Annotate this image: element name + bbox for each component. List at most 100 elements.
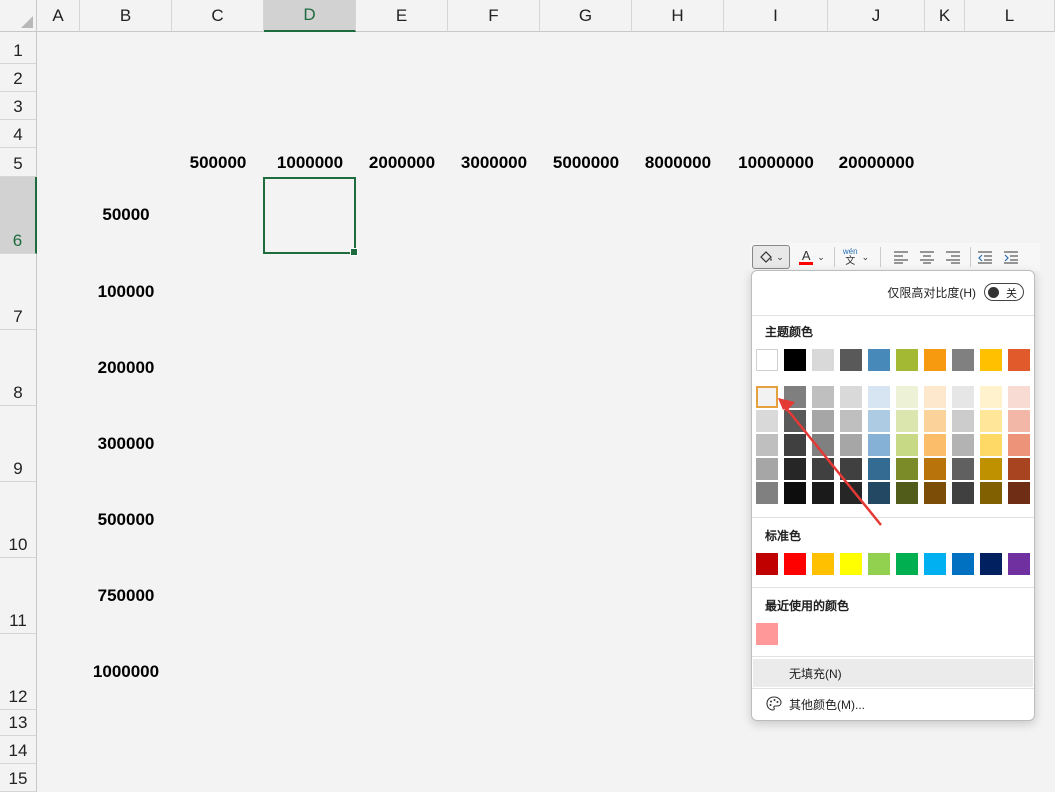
- theme-shade-swatch[interactable]: [952, 410, 974, 432]
- theme-shade-swatch[interactable]: [784, 410, 806, 432]
- fill-color-button[interactable]: ⌄: [752, 245, 790, 269]
- theme-shade-swatch[interactable]: [756, 410, 778, 432]
- theme-shade-swatch[interactable]: [1008, 386, 1030, 408]
- column-header-K[interactable]: K: [925, 0, 965, 32]
- theme-color-swatch[interactable]: [784, 349, 806, 371]
- standard-color-swatch[interactable]: [924, 553, 946, 575]
- theme-shade-swatch[interactable]: [756, 482, 778, 504]
- theme-color-swatch[interactable]: [896, 349, 918, 371]
- theme-shade-swatch[interactable]: [1008, 434, 1030, 456]
- high-contrast-toggle[interactable]: 关: [984, 283, 1024, 301]
- row-header-12[interactable]: 12: [0, 634, 37, 710]
- theme-shade-swatch[interactable]: [868, 458, 890, 480]
- standard-color-swatch[interactable]: [952, 553, 974, 575]
- column-header-A[interactable]: A: [37, 0, 80, 32]
- row-header-2[interactable]: 2: [0, 64, 37, 92]
- no-fill-item[interactable]: 无填充(N): [753, 659, 1033, 687]
- column-header-F[interactable]: F: [448, 0, 540, 32]
- standard-color-swatch[interactable]: [756, 553, 778, 575]
- theme-shade-swatch[interactable]: [840, 482, 862, 504]
- column-header-C[interactable]: C: [172, 0, 264, 32]
- align-right-button[interactable]: [942, 245, 964, 269]
- more-colors-item[interactable]: 其他颜色(M)...: [753, 690, 1033, 718]
- theme-shade-swatch[interactable]: [868, 434, 890, 456]
- theme-shade-swatch[interactable]: [924, 458, 946, 480]
- theme-shade-swatch[interactable]: [896, 410, 918, 432]
- fill-handle[interactable]: [350, 248, 358, 256]
- standard-color-swatch[interactable]: [812, 553, 834, 575]
- cell-row5-value[interactable]: 500000: [172, 153, 264, 173]
- cell-columnB-value[interactable]: 300000: [80, 434, 172, 454]
- theme-shade-swatch[interactable]: [896, 482, 918, 504]
- theme-shade-swatch[interactable]: [784, 482, 806, 504]
- theme-color-swatch[interactable]: [1008, 349, 1030, 371]
- theme-color-swatch[interactable]: [924, 349, 946, 371]
- cell-row5-value[interactable]: 3000000: [448, 153, 540, 173]
- theme-shade-swatch[interactable]: [1008, 410, 1030, 432]
- column-header-B[interactable]: B: [80, 0, 172, 32]
- theme-shade-swatch[interactable]: [868, 410, 890, 432]
- theme-shade-swatch[interactable]: [980, 386, 1002, 408]
- recent-color-swatch[interactable]: [756, 623, 778, 645]
- theme-shade-swatch[interactable]: [784, 458, 806, 480]
- theme-shade-swatch[interactable]: [756, 458, 778, 480]
- theme-shade-swatch[interactable]: [784, 386, 806, 408]
- theme-color-swatch[interactable]: [980, 349, 1002, 371]
- column-header-J[interactable]: J: [828, 0, 925, 32]
- theme-shade-swatch[interactable]: [952, 482, 974, 504]
- align-center-button[interactable]: [916, 245, 938, 269]
- row-header-13[interactable]: 13: [0, 710, 37, 736]
- cell-row5-value[interactable]: 1000000: [264, 153, 356, 173]
- row-header-6[interactable]: 6: [0, 177, 37, 254]
- cell-columnB-value[interactable]: 750000: [80, 586, 172, 606]
- theme-shade-swatch[interactable]: [1008, 458, 1030, 480]
- column-header-D[interactable]: D: [264, 0, 356, 32]
- theme-color-swatch[interactable]: [952, 349, 974, 371]
- standard-color-swatch[interactable]: [896, 553, 918, 575]
- theme-shade-swatch[interactable]: [840, 434, 862, 456]
- font-color-button[interactable]: A ⌄: [794, 245, 830, 269]
- standard-color-swatch[interactable]: [980, 553, 1002, 575]
- theme-color-swatch[interactable]: [868, 349, 890, 371]
- row-header-4[interactable]: 4: [0, 120, 37, 148]
- decrease-indent-button[interactable]: [974, 245, 996, 269]
- standard-color-swatch[interactable]: [784, 553, 806, 575]
- standard-color-swatch[interactable]: [1008, 553, 1030, 575]
- align-left-button[interactable]: [890, 245, 912, 269]
- theme-shade-swatch[interactable]: [812, 386, 834, 408]
- cell-row5-value[interactable]: 5000000: [540, 153, 632, 173]
- column-header-I[interactable]: I: [724, 0, 828, 32]
- cell-columnB-value[interactable]: 1000000: [80, 662, 172, 682]
- cell-row5-value[interactable]: 20000000: [828, 153, 925, 173]
- row-header-15[interactable]: 15: [0, 764, 37, 792]
- column-header-L[interactable]: L: [965, 0, 1055, 32]
- theme-shade-swatch[interactable]: [756, 386, 778, 408]
- cell-row5-value[interactable]: 10000000: [724, 153, 828, 173]
- theme-shade-swatch[interactable]: [868, 482, 890, 504]
- row-header-11[interactable]: 11: [0, 558, 37, 634]
- theme-shade-swatch[interactable]: [924, 482, 946, 504]
- cell-columnB-value[interactable]: 100000: [80, 282, 172, 302]
- theme-shade-swatch[interactable]: [896, 386, 918, 408]
- phonetic-guide-button[interactable]: wén 文 ⌄: [838, 245, 874, 269]
- theme-shade-swatch[interactable]: [840, 410, 862, 432]
- cell-columnB-value[interactable]: 50000: [80, 205, 172, 225]
- column-header-G[interactable]: G: [540, 0, 632, 32]
- theme-shade-swatch[interactable]: [952, 386, 974, 408]
- theme-shade-swatch[interactable]: [952, 458, 974, 480]
- theme-shade-swatch[interactable]: [896, 434, 918, 456]
- theme-shade-swatch[interactable]: [924, 434, 946, 456]
- theme-shade-swatch[interactable]: [924, 410, 946, 432]
- increase-indent-button[interactable]: [1000, 245, 1022, 269]
- theme-color-swatch[interactable]: [756, 349, 778, 371]
- standard-color-swatch[interactable]: [868, 553, 890, 575]
- theme-shade-swatch[interactable]: [812, 410, 834, 432]
- active-cell-D6[interactable]: [263, 177, 358, 256]
- theme-shade-swatch[interactable]: [756, 434, 778, 456]
- row-header-5[interactable]: 5: [0, 148, 37, 177]
- theme-shade-swatch[interactable]: [924, 386, 946, 408]
- column-header-E[interactable]: E: [356, 0, 448, 32]
- standard-color-swatch[interactable]: [840, 553, 862, 575]
- theme-shade-swatch[interactable]: [840, 458, 862, 480]
- theme-shade-swatch[interactable]: [980, 482, 1002, 504]
